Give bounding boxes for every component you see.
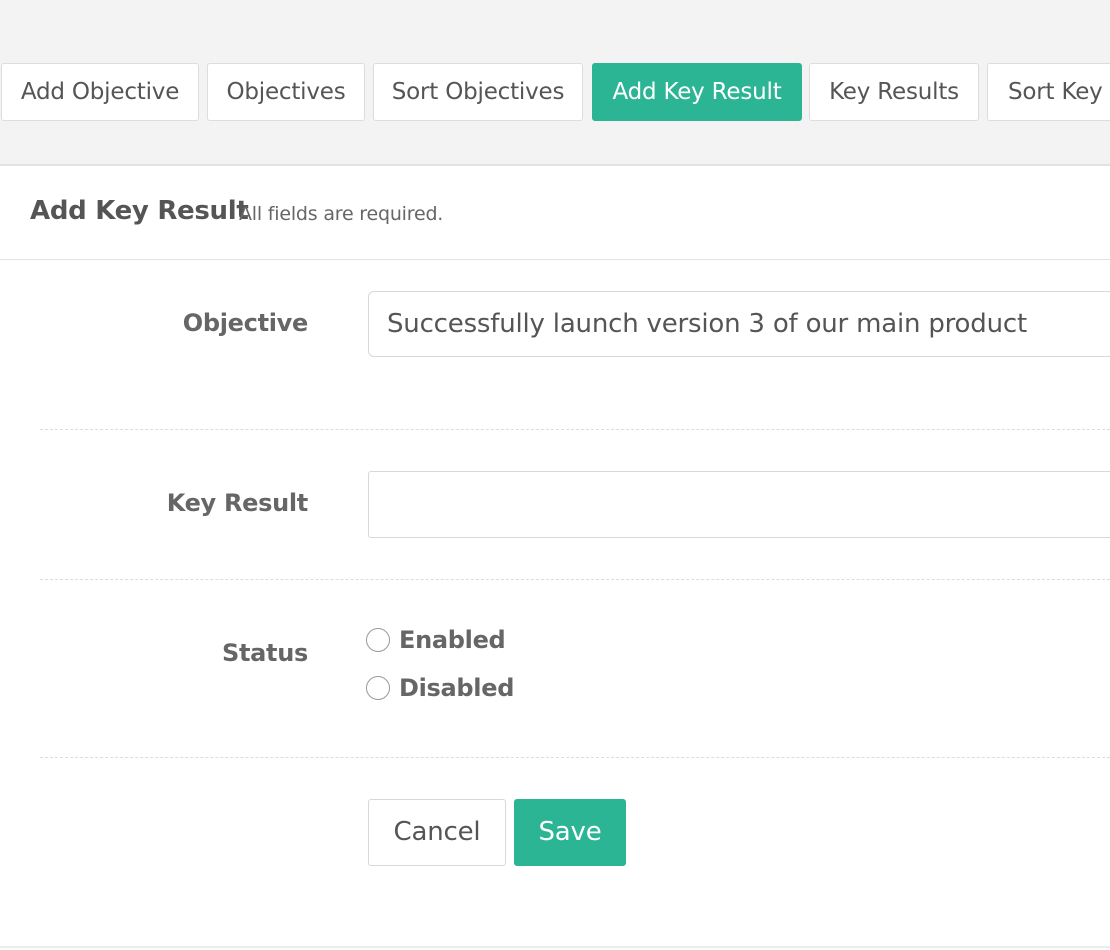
enabled-radio[interactable] (366, 628, 390, 652)
objective-label: Objective (182, 309, 309, 337)
key-result-label: Key Result (166, 489, 309, 517)
disabled-radio[interactable] (366, 676, 390, 700)
top-bar: Add Objective Objectives Sort Objectives… (0, 0, 1110, 166)
cancel-button[interactable]: Cancel (368, 799, 506, 866)
tab-add-objective[interactable]: Add Objective (1, 63, 199, 121)
status-label: Status (222, 639, 308, 667)
save-button[interactable]: Save (514, 799, 626, 866)
tab-sort-key-results[interactable]: Sort Key I (987, 63, 1110, 121)
enabled-radio-label[interactable]: Enabled (399, 626, 506, 654)
required-fields-note: All fields are required. (239, 203, 444, 225)
tab-bar: Add Objective Objectives Sort Objectives… (0, 63, 1110, 123)
key-result-input[interactable] (368, 471, 1110, 538)
tab-objectives[interactable]: Objectives (207, 63, 365, 121)
tab-add-key-result[interactable]: Add Key Result (592, 63, 802, 121)
divider (40, 429, 1110, 430)
divider (40, 579, 1110, 580)
tab-key-results[interactable]: Key Results (809, 63, 979, 121)
page-title: Add Key Result (30, 196, 249, 226)
tab-sort-objectives[interactable]: Sort Objectives (373, 63, 583, 121)
disabled-radio-label[interactable]: Disabled (399, 674, 514, 702)
panel-header: Add Key Result All fields are required. (0, 166, 1110, 260)
divider (40, 757, 1110, 758)
objective-select[interactable]: Successfully launch version 3 of our mai… (368, 291, 1110, 357)
panel-bottom-border (0, 946, 1110, 948)
